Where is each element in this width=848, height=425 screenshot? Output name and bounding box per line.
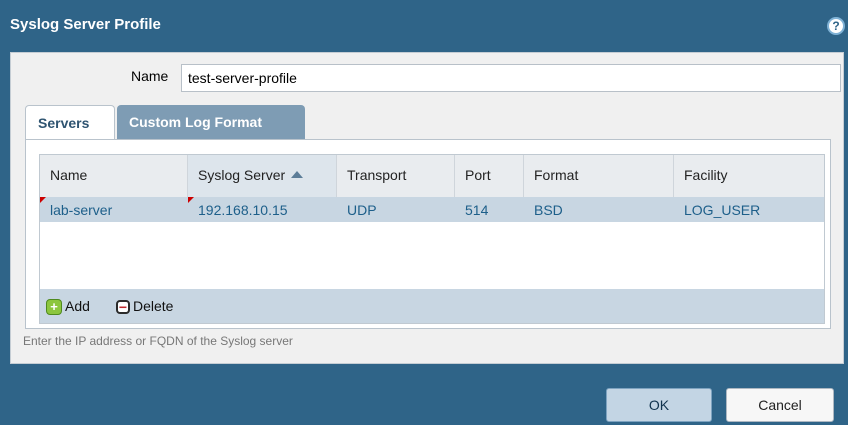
cell-facility[interactable]: LOG_USER xyxy=(674,197,824,222)
cell-port[interactable]: 514 xyxy=(455,197,524,222)
delete-button-label: Delete xyxy=(133,298,174,314)
add-icon: + xyxy=(46,299,62,316)
cancel-button[interactable]: Cancel xyxy=(726,388,834,422)
field-hint: Enter the IP address or FQDN of the Sysl… xyxy=(23,334,293,348)
cell-transport[interactable]: UDP xyxy=(337,197,455,222)
table-header: Name Syslog Server Transport Port Format… xyxy=(40,155,824,198)
add-button[interactable]: + Add xyxy=(46,296,90,316)
dialog-body: Name test-server-profile Custom Log Form… xyxy=(10,52,844,364)
name-label: Name xyxy=(131,68,169,84)
servers-table: Name Syslog Server Transport Port Format… xyxy=(39,154,825,324)
cell-name-text: lab-server xyxy=(50,202,113,218)
column-header-syslog-server[interactable]: Syslog Server xyxy=(188,155,337,197)
column-header-name[interactable]: Name xyxy=(40,155,188,197)
column-header-port[interactable]: Port xyxy=(455,155,524,197)
dialog-titlebar: Syslog Server Profile ? xyxy=(0,0,848,50)
modified-flag-icon xyxy=(188,197,194,203)
cell-name[interactable]: lab-server xyxy=(40,197,188,222)
tab-servers[interactable]: Servers xyxy=(25,105,115,141)
cell-syslog-server[interactable]: 192.168.10.15 xyxy=(188,197,337,222)
servers-panel: Name Syslog Server Transport Port Format… xyxy=(25,139,831,329)
help-icon[interactable]: ? xyxy=(827,17,845,35)
add-button-label: Add xyxy=(65,298,90,314)
syslog-server-profile-dialog: Syslog Server Profile ? Name test-server… xyxy=(0,0,848,425)
tab-custom-log-format[interactable]: Custom Log Format xyxy=(117,105,305,139)
dialog-title: Syslog Server Profile xyxy=(10,16,161,33)
column-header-syslog-server-label: Syslog Server xyxy=(198,167,286,183)
column-header-transport[interactable]: Transport xyxy=(337,155,455,197)
modified-flag-icon xyxy=(40,197,46,203)
cell-syslog-server-text: 192.168.10.15 xyxy=(198,202,288,218)
column-header-facility[interactable]: Facility xyxy=(674,155,824,197)
delete-button[interactable]: − Delete xyxy=(116,296,173,316)
ok-button[interactable]: OK xyxy=(606,388,712,422)
sort-ascending-icon xyxy=(291,170,304,178)
table-toolbar: + Add − Delete xyxy=(40,289,824,323)
table-row[interactable]: lab-server 192.168.10.15 UDP 514 BSD LOG… xyxy=(40,197,824,222)
cell-format[interactable]: BSD xyxy=(524,197,674,222)
name-input[interactable]: test-server-profile xyxy=(181,64,841,92)
column-header-format[interactable]: Format xyxy=(524,155,674,197)
delete-icon: − xyxy=(116,300,130,315)
